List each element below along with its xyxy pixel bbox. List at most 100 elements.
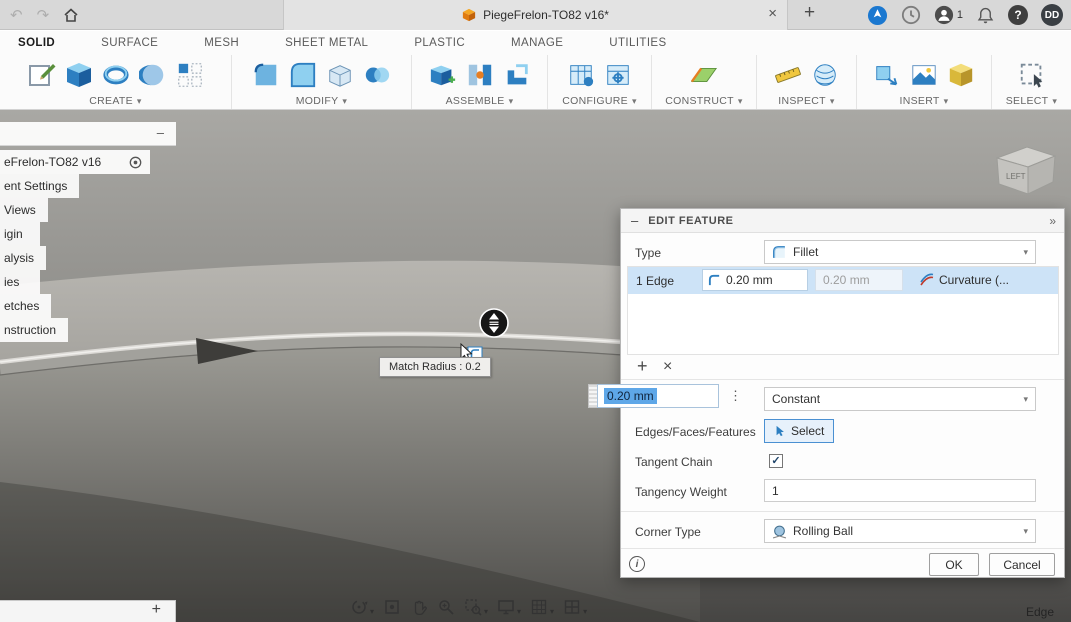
tab-solid[interactable]: SOLID: [18, 37, 55, 49]
rigid-group-icon[interactable]: [502, 60, 532, 90]
remove-edge-set-button[interactable]: ×: [663, 358, 672, 376]
insert-menu[interactable]: INSERT▾: [900, 95, 949, 107]
type-value: Fillet: [793, 245, 818, 259]
pan-icon[interactable]: [410, 598, 428, 616]
tangency-weight-label: Tangency Weight: [635, 485, 727, 499]
drag-grip[interactable]: [588, 384, 597, 408]
continuity-cell[interactable]: Curvature (...: [920, 269, 1052, 291]
tangent-chain-checkbox[interactable]: ✓: [769, 454, 783, 468]
extensions-icon[interactable]: [867, 5, 888, 26]
select-menu[interactable]: SELECT▾: [1006, 95, 1057, 107]
browser-item-named-views[interactable]: Views: [0, 198, 48, 222]
tab-sheet-metal[interactable]: SHEET METAL: [285, 37, 368, 49]
browser-item-origin[interactable]: igin: [0, 222, 40, 246]
create-box-icon[interactable]: [64, 60, 94, 90]
more-options-icon[interactable]: ⋮: [729, 388, 743, 404]
look-at-icon[interactable]: [383, 598, 401, 616]
user-avatar[interactable]: DD: [1041, 4, 1063, 26]
home-icon[interactable]: [63, 7, 79, 23]
configure-gear-icon[interactable]: [603, 60, 633, 90]
display-settings-icon[interactable]: ▾: [497, 598, 521, 616]
cancel-button[interactable]: Cancel: [989, 553, 1055, 576]
browser-item-sketches[interactable]: etches: [0, 294, 51, 318]
measure-icon[interactable]: [773, 60, 803, 90]
mcmaster-part-icon[interactable]: [946, 60, 976, 90]
group-insert: INSERT▾: [857, 55, 992, 109]
notifications-bell-icon[interactable]: [976, 6, 995, 25]
zoom-icon[interactable]: [437, 598, 455, 616]
pattern-icon[interactable]: [175, 60, 205, 90]
radius-type-dropdown[interactable]: Constant ▾: [764, 387, 1036, 411]
chevron-down-icon: ▾: [830, 96, 835, 107]
select-tool-icon[interactable]: [1017, 60, 1047, 90]
viewports-icon[interactable]: ▾: [563, 598, 587, 616]
close-tab-icon[interactable]: ×: [768, 5, 777, 22]
new-tab-button[interactable]: +: [804, 2, 815, 24]
orbit-icon[interactable]: ▾: [350, 598, 374, 616]
browser-item-document-settings[interactable]: ent Settings: [0, 174, 79, 198]
configuration-table-icon[interactable]: [566, 60, 596, 90]
tab-manage[interactable]: MANAGE: [511, 37, 563, 49]
construction-plane-icon[interactable]: [689, 60, 719, 90]
select-button[interactable]: Select: [764, 419, 834, 443]
expand-panel-button[interactable]: +: [152, 601, 161, 619]
group-create: CREATE▾: [0, 55, 232, 109]
radius-input[interactable]: 0.20 mm: [597, 384, 719, 408]
browser-item-bodies[interactable]: ies: [0, 270, 40, 294]
browser-item-construction[interactable]: nstruction: [0, 318, 68, 342]
timeline-panel: +: [0, 600, 176, 622]
browser-item-analysis[interactable]: alysis: [0, 246, 46, 270]
torus-icon[interactable]: [101, 60, 131, 90]
tab-utilities[interactable]: UTILITIES: [609, 37, 666, 49]
expand-dialog-icon[interactable]: »: [1049, 214, 1056, 228]
browser-root-item[interactable]: eFrelon-TO82 v16: [0, 150, 150, 174]
grid-snap-icon[interactable]: ▾: [530, 598, 554, 616]
collapse-browser-icon[interactable]: –: [157, 125, 164, 140]
dialog-title: EDIT FEATURE: [648, 215, 733, 227]
construct-menu[interactable]: CONSTRUCT▾: [665, 95, 742, 107]
create-sketch-icon[interactable]: [27, 60, 57, 90]
undo-icon[interactable]: ↶: [10, 6, 23, 24]
insert-derive-icon[interactable]: [872, 60, 902, 90]
assemble-menu[interactable]: ASSEMBLE▾: [446, 95, 514, 107]
joint-icon[interactable]: [465, 60, 495, 90]
modify-menu[interactable]: MODIFY▾: [296, 95, 347, 107]
create-menu[interactable]: CREATE▾: [89, 95, 141, 107]
fillet-tool-icon[interactable]: [288, 60, 318, 90]
tab-mesh[interactable]: MESH: [204, 37, 239, 49]
zebra-analysis-icon[interactable]: [810, 60, 840, 90]
redo-icon[interactable]: ↷: [37, 6, 50, 24]
radius-cell[interactable]: 0.20 mm: [702, 269, 808, 291]
ok-button[interactable]: OK: [929, 553, 979, 576]
press-pull-icon[interactable]: [251, 60, 281, 90]
tangency-weight-input[interactable]: [764, 479, 1036, 502]
combine-icon[interactable]: [362, 60, 392, 90]
chevron-down-icon: ▾: [1023, 526, 1028, 537]
inspect-menu[interactable]: INSPECT▾: [778, 95, 834, 107]
add-edge-set-button[interactable]: +: [637, 356, 648, 377]
browser-header[interactable]: –: [0, 122, 176, 146]
new-component-icon[interactable]: [428, 60, 458, 90]
collapse-dialog-icon[interactable]: –: [631, 213, 638, 228]
type-dropdown[interactable]: Fillet ▾: [764, 240, 1036, 264]
sphere-icon[interactable]: [138, 60, 168, 90]
canvas-image-icon[interactable]: [909, 60, 939, 90]
browser-panel: – eFrelon-TO82 v16 ent Settings Views ig…: [0, 122, 176, 342]
configure-menu[interactable]: CONFIGURE▾: [562, 95, 637, 107]
corner-type-dropdown[interactable]: Rolling Ball ▾: [764, 519, 1036, 543]
job-status-icon[interactable]: [901, 5, 921, 25]
help-icon[interactable]: ?: [1008, 5, 1028, 25]
view-cube[interactable]: LEFT: [985, 138, 1063, 205]
document-tab[interactable]: PiegeFrelon-TO82 v16* ×: [283, 0, 788, 30]
info-icon[interactable]: i: [629, 556, 645, 572]
presence-indicator[interactable]: 1: [934, 5, 963, 25]
tab-surface[interactable]: SURFACE: [101, 37, 158, 49]
zoom-window-icon[interactable]: ▾: [464, 598, 488, 616]
dialog-header[interactable]: – EDIT FEATURE »: [621, 209, 1064, 233]
activate-component-icon[interactable]: [129, 156, 142, 169]
tab-plastic[interactable]: PLASTIC: [414, 37, 465, 49]
radius-drag-handle[interactable]: [480, 309, 508, 337]
ribbon-tab-bar: SOLID SURFACE MESH SHEET METAL PLASTIC M…: [0, 31, 1071, 55]
shell-icon[interactable]: [325, 60, 355, 90]
edge-set-row[interactable]: 1 Edge 0.20 mm 0.20 mm Curvature (...: [628, 267, 1058, 294]
